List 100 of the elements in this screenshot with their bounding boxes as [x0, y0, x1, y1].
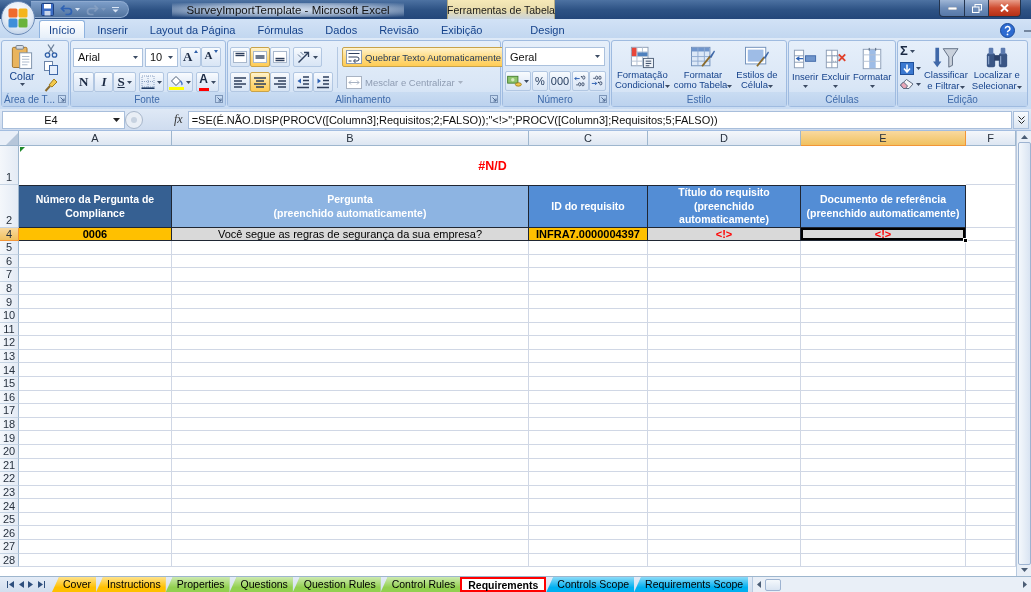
sheet-tab[interactable]: Questions [229, 577, 293, 592]
horizontal-align-button[interactable] [230, 72, 250, 92]
previous-sheet-icon[interactable] [18, 581, 24, 588]
table-cell[interactable]: 0006 [19, 228, 172, 241]
table-cell[interactable]: INFRA7.0000004397 [529, 228, 648, 241]
paintbrush-icon[interactable] [44, 78, 58, 92]
scissors-icon[interactable] [44, 44, 58, 58]
ribbon-tab[interactable]: Fórmulas [247, 20, 314, 38]
column-header[interactable]: A [19, 131, 172, 146]
increase-decimal-button[interactable] [572, 71, 590, 91]
shrink-font-button[interactable]: A [201, 47, 222, 67]
horizontal-scrollbar[interactable] [752, 577, 1031, 592]
paste-button[interactable]: Colar [4, 43, 40, 92]
table-cell[interactable]: Você segue as regras de segurança da sua empresa? [172, 228, 529, 241]
font-size-combo[interactable]: 10 [145, 47, 178, 67]
eraser-icon[interactable] [900, 79, 914, 89]
sheet-tab[interactable]: Properties [165, 577, 230, 592]
ribbon-tab[interactable]: Dados [315, 20, 368, 38]
dialog-launcher-icon[interactable] [215, 95, 223, 103]
ribbon-tab[interactable]: Layout da Página [139, 20, 246, 38]
dialog-launcher-icon[interactable] [599, 95, 607, 103]
column-header[interactable]: D [648, 131, 801, 146]
row-header[interactable]: 2 [0, 185, 19, 228]
font-color-button[interactable]: A [195, 72, 219, 92]
formula-input[interactable]: =SE(É.NÃO.DISP(PROCV([Column3];Requisitos;2;FALSO));"<!>";PROCV([Column3];Requisitos;5;FALSO)) [187, 110, 1012, 129]
sheet-tab[interactable]: Requirements Scope [634, 577, 749, 592]
minimize-icon[interactable] [1024, 29, 1031, 32]
thousands-button[interactable]: 000 [548, 71, 572, 91]
style-button[interactable]: Formatar como Tabela [672, 43, 734, 92]
editing-button[interactable]: Localizar e Selecionar [970, 44, 1023, 92]
underline-button[interactable]: S [113, 72, 136, 92]
dialog-launcher-icon[interactable] [58, 95, 66, 103]
sheet-tab[interactable]: Control Rules [380, 577, 461, 592]
italic-button[interactable]: I [94, 72, 114, 92]
editing-button[interactable]: Classificar e Filtrar [923, 44, 969, 92]
autosum-button[interactable]: Σ [900, 44, 921, 58]
cells-button[interactable]: Formatar [851, 43, 893, 92]
font-name-combo[interactable]: Arial [73, 47, 143, 67]
sheet-tab[interactable]: Controls Scope [546, 577, 635, 592]
grow-font-button[interactable]: A [180, 47, 202, 67]
number-format-combo[interactable]: Geral [505, 47, 605, 66]
close-button[interactable] [989, 0, 1021, 17]
cells-button[interactable]: Inserir [791, 43, 820, 92]
horizontal-align-button[interactable] [270, 72, 290, 92]
sheet-tab[interactable]: Cover [52, 577, 96, 592]
column-header[interactable]: B [172, 131, 529, 146]
row-header[interactable]: 24 [0, 499, 19, 513]
percent-button[interactable]: % [532, 71, 548, 91]
decrease-decimal-button[interactable] [589, 71, 607, 91]
style-button[interactable]: Estilos de Célula [735, 43, 779, 92]
expand-formula-button[interactable] [1013, 110, 1029, 129]
scroll-down-icon[interactable] [1020, 568, 1028, 572]
borders-button[interactable] [138, 72, 164, 92]
ribbon-tab[interactable]: Revisão [369, 20, 429, 38]
ribbon-tab[interactable]: Design [520, 20, 575, 38]
column-header[interactable]: C [529, 131, 648, 146]
insert-function-button[interactable]: fx [171, 110, 186, 129]
fill-color-button[interactable] [166, 72, 193, 92]
empty-cell[interactable] [966, 146, 1016, 185]
orientation-button[interactable] [293, 47, 322, 67]
select-all-button[interactable] [0, 131, 19, 146]
row-header[interactable]: 12 [0, 336, 19, 350]
copy-icon[interactable] [44, 61, 58, 75]
column-header[interactable]: E [801, 131, 966, 146]
horizontal-align-button[interactable] [250, 72, 270, 92]
help-icon[interactable] [1000, 23, 1016, 38]
splitter-handle-icon[interactable] [125, 110, 143, 129]
row-header[interactable]: 26 [0, 526, 19, 541]
vertical-align-button[interactable] [270, 47, 290, 67]
column-header[interactable]: F [966, 131, 1016, 146]
bold-button[interactable]: N [73, 72, 95, 92]
row-header[interactable]: 14 [0, 363, 19, 377]
row-header[interactable]: 1 [0, 146, 19, 185]
row-header[interactable]: 7 [0, 268, 19, 282]
fill-handle-icon[interactable] [963, 238, 968, 243]
fill-down-icon[interactable] [900, 62, 914, 75]
style-button[interactable]: Formatação Condicional [614, 43, 671, 92]
scroll-right-icon[interactable] [1023, 581, 1027, 588]
accounting-format-button[interactable] [505, 71, 531, 91]
row-header[interactable]: 5 [0, 241, 19, 255]
next-sheet-icon[interactable] [28, 581, 34, 588]
scroll-up-icon[interactable] [1020, 135, 1028, 139]
increase-indent-button[interactable] [313, 72, 333, 92]
cells-button[interactable]: Excluir [820, 43, 851, 92]
row-header[interactable]: 27 [0, 540, 19, 554]
name-box[interactable]: E4 [2, 110, 125, 129]
first-sheet-icon[interactable] [6, 581, 14, 588]
minimize-button[interactable] [939, 0, 965, 17]
ribbon-tab[interactable]: Exibição [430, 20, 493, 38]
last-sheet-icon[interactable] [38, 581, 46, 588]
row-header[interactable]: 19 [0, 431, 19, 445]
restore-button[interactable] [965, 0, 989, 17]
vertical-align-button[interactable] [230, 47, 250, 67]
scrollbar-thumb[interactable] [765, 578, 782, 591]
ribbon-tab[interactable]: Início [39, 20, 86, 38]
sheet-tab[interactable]: Requirements [460, 577, 547, 592]
scroll-left-icon[interactable] [757, 581, 762, 588]
sheet-tab[interactable]: Question Rules [292, 577, 381, 592]
row-header[interactable]: 9 [0, 295, 19, 309]
row-header[interactable]: 17 [0, 404, 19, 418]
